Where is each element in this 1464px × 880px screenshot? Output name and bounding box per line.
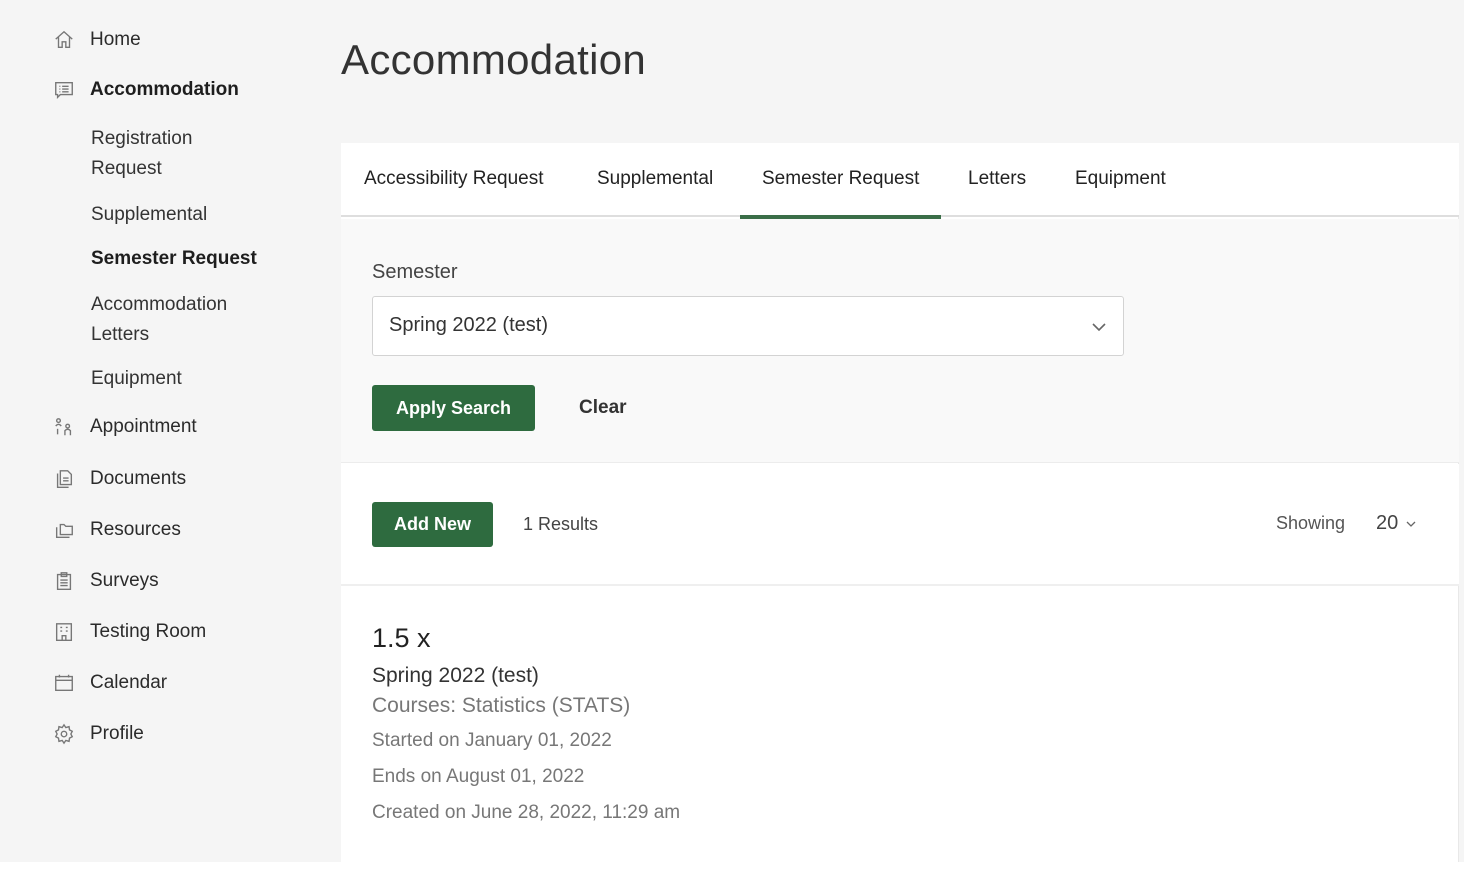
clipboard-icon — [52, 569, 76, 593]
sidebar-item-label: Home — [90, 29, 141, 50]
building-icon — [52, 620, 76, 644]
page-title: Accommodation — [341, 36, 647, 83]
sidebar-item-calendar[interactable]: Calendar — [52, 671, 167, 695]
sidebar-item-label: Calendar — [90, 672, 168, 693]
sidebar: Home Accommodation Registration Request … — [0, 0, 340, 862]
semester-select-value: Spring 2022 (test) — [389, 314, 548, 336]
results-count: 1 Results — [523, 514, 599, 534]
sidebar-item-label: Surveys — [90, 570, 159, 591]
result-end-date: Ends on August 01, 2022 — [372, 766, 585, 787]
sidebar-item-documents[interactable]: Documents — [52, 467, 186, 491]
sidebar-subitem-label: Letters — [91, 324, 150, 345]
result-start-date: Started on January 01, 2022 — [372, 730, 612, 751]
sidebar-item-label: Resources — [90, 519, 181, 540]
sidebar-subitem-supplemental[interactable]: Supplemental — [91, 200, 291, 230]
tab-supplemental[interactable]: Supplemental — [597, 143, 713, 217]
sidebar-subitem-equipment[interactable]: Equipment — [91, 364, 291, 394]
sidebar-subitem-accommodation-letters[interactable]: Accommodation Letters — [91, 290, 291, 350]
result-semester: Spring 2022 (test) — [372, 664, 539, 687]
semester-label: Semester — [372, 261, 458, 283]
add-new-button[interactable]: Add New — [372, 502, 493, 547]
apply-search-button[interactable]: Apply Search — [372, 385, 535, 431]
people-icon — [52, 415, 76, 439]
sidebar-subitem-registration-request[interactable]: Registration Request — [91, 124, 291, 184]
result-item[interactable]: 1.5 x Spring 2022 (test) Courses: Statis… — [372, 623, 680, 838]
sidebar-item-resources[interactable]: Resources — [52, 518, 181, 542]
tab-equipment[interactable]: Equipment — [1075, 143, 1166, 217]
home-icon — [52, 28, 76, 52]
sidebar-item-label: Profile — [90, 723, 144, 744]
sidebar-item-label: Documents — [90, 468, 187, 489]
tab-semester-request[interactable]: Semester Request — [739, 143, 942, 219]
chevron-down-icon — [1406, 521, 1416, 527]
bottom-strip — [0, 862, 1464, 880]
chevron-down-icon — [1092, 323, 1106, 332]
tab-accessibility-request[interactable]: Accessibility Request — [364, 143, 544, 217]
showing-label: Showing — [1276, 513, 1346, 533]
page-size-value: 20 — [1376, 512, 1399, 534]
sidebar-item-home[interactable]: Home — [52, 28, 141, 52]
sidebar-item-appointment[interactable]: Appointment — [52, 415, 197, 439]
content-card: Accessibility Request Supplemental Semes… — [341, 143, 1459, 862]
sidebar-subitem-label: Supplemental — [91, 204, 208, 225]
result-created-date: Created on June 28, 2022, 11:29 am — [372, 802, 681, 823]
sidebar-subitem-semester-request[interactable]: Semester Request — [91, 244, 291, 274]
sidebar-item-testing-room[interactable]: Testing Room — [52, 620, 206, 644]
sidebar-item-accommodation[interactable]: Accommodation — [52, 78, 239, 102]
clear-button[interactable]: Clear — [579, 385, 627, 431]
semester-select[interactable]: Spring 2022 (test) — [372, 296, 1124, 356]
sidebar-subitem-label: Accommodation — [91, 294, 228, 315]
sidebar-subitem-label: Request — [91, 158, 162, 179]
tab-letters[interactable]: Letters — [968, 143, 1026, 217]
documents-icon — [52, 467, 76, 491]
result-courses: Courses: Statistics (STATS) — [372, 694, 631, 717]
results-toolbar: Add New 1 Results Showing 20 — [341, 464, 1459, 586]
sidebar-item-surveys[interactable]: Surveys — [52, 569, 159, 593]
calendar-icon — [52, 671, 76, 695]
sidebar-item-label: Testing Room — [90, 621, 207, 642]
folders-icon — [52, 518, 76, 542]
tab-bar: Accessibility Request Supplemental Semes… — [341, 143, 1459, 219]
gear-icon — [52, 722, 76, 746]
sidebar-subitem-label: Equipment — [91, 368, 182, 389]
sidebar-subitem-label: Semester Request — [91, 248, 257, 269]
sidebar-subitem-label: Registration — [91, 128, 193, 149]
filter-panel: Semester Spring 2022 (test) Apply Search… — [341, 219, 1459, 463]
page-size-select[interactable]: 20 — [1376, 512, 1418, 535]
list-chat-icon — [52, 78, 76, 102]
sidebar-item-label: Appointment — [90, 416, 197, 437]
sidebar-item-label: Accommodation — [90, 79, 239, 100]
sidebar-item-profile[interactable]: Profile — [52, 722, 144, 746]
result-title: 1.5 x — [372, 623, 431, 653]
